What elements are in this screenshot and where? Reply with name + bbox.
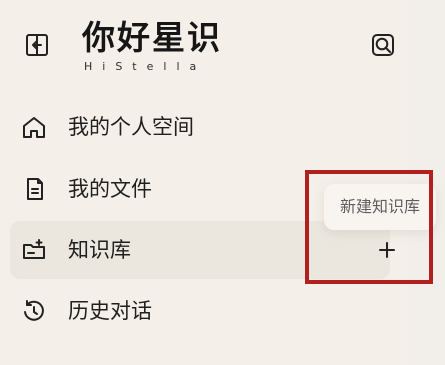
knowledge-sidebar-screen: 你好星识 HiStella 我的个人空间 我的文件 知识库 历史对话 新建知识库	[0, 0, 445, 365]
sidebar-item-label: 历史对话	[68, 299, 152, 323]
home-icon	[20, 113, 48, 141]
sidebar-collapse-icon	[26, 34, 48, 56]
search-icon	[372, 34, 394, 56]
sidebar: 你好星识 HiStella 我的个人空间 我的文件 知识库 历史对话	[0, 0, 408, 365]
sidebar-item-label: 我的个人空间	[68, 115, 194, 139]
add-knowledge-base-button[interactable]	[372, 235, 402, 265]
content-edge	[408, 0, 445, 365]
history-icon	[20, 297, 48, 325]
app-subtitle: HiStella	[84, 60, 207, 73]
app-title: 你好星识	[82, 18, 222, 57]
sidebar-item-history[interactable]: 历史对话	[10, 282, 390, 340]
sidebar-item-label: 我的文件	[68, 177, 152, 201]
add-icon	[379, 242, 395, 258]
sidebar-item-label: 知识库	[68, 238, 131, 262]
search-button[interactable]	[366, 28, 400, 62]
sidebar-collapse-button[interactable]	[20, 28, 54, 62]
brand: 你好星识 HiStella	[82, 18, 232, 78]
tooltip: 新建知识库	[324, 184, 436, 230]
sidebar-item-personal-space[interactable]: 我的个人空间	[10, 98, 390, 156]
folder-plus-icon	[20, 236, 48, 264]
file-icon	[20, 175, 48, 203]
